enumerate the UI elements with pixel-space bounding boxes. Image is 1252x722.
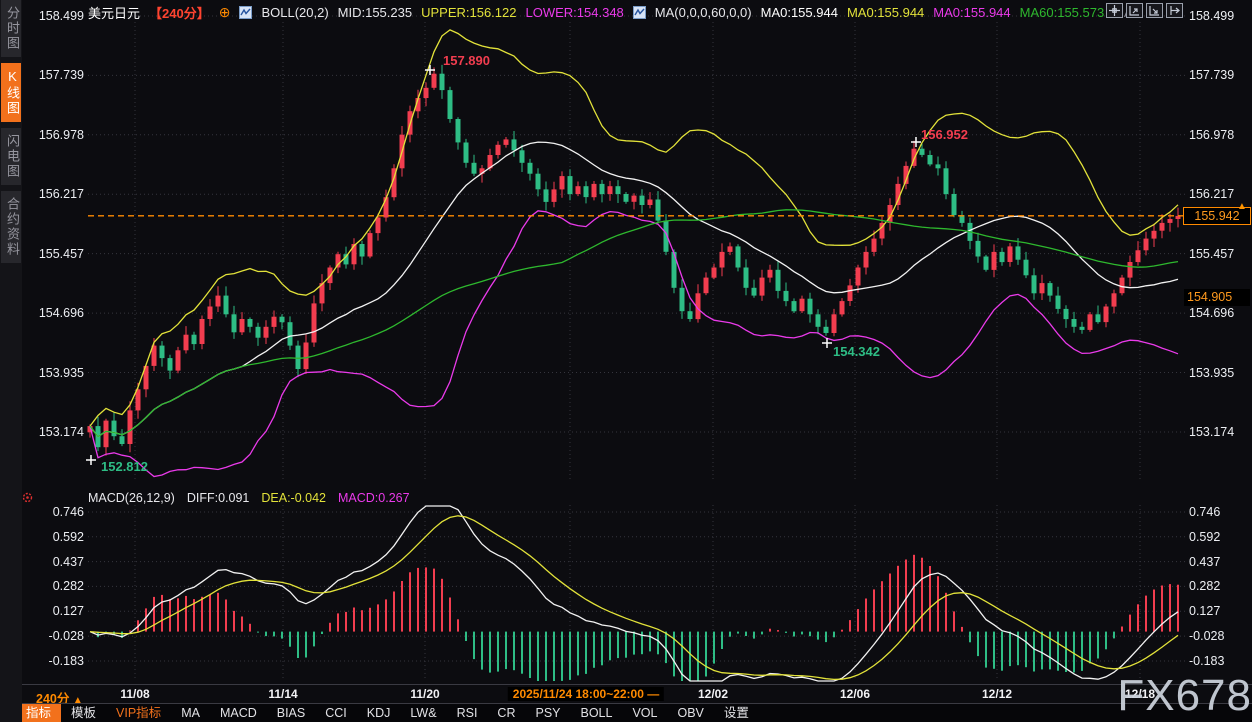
ma-chart-icon[interactable] xyxy=(633,6,646,19)
zoom-out-icon[interactable] xyxy=(1146,3,1163,18)
toolbar-item-7[interactable]: KDJ xyxy=(357,704,401,722)
svg-text:152.812: 152.812 xyxy=(101,459,148,474)
toolbar-item-13[interactable]: VOL xyxy=(622,704,667,722)
watermark: FX678 xyxy=(1117,674,1252,718)
toolbar-item-4[interactable]: MACD xyxy=(210,704,267,722)
trading-app: 分时图 K线图闪电图合约资料 美元日元 【240分】 ⊕ BOLL(20,2) M… xyxy=(0,0,1252,722)
boll-mid-line xyxy=(90,142,1178,437)
candles xyxy=(88,65,1181,456)
sidebar-tab-1[interactable]: K线图 xyxy=(1,63,21,122)
macd-diff-line xyxy=(90,506,1178,681)
sidebar-tab-3[interactable]: 合约资料 xyxy=(1,191,21,263)
macd-header: MACD(26,12,9) DIFF:0.091 DEA:-0.042 MACD… xyxy=(88,491,410,505)
macd-params: MACD(26,12,9) xyxy=(88,491,175,505)
date-label: 11/20 xyxy=(410,687,439,701)
toolbar-item-14[interactable]: OBV xyxy=(667,704,713,722)
ma-params: MA(0,0,0,60,0,0) xyxy=(655,5,752,20)
macd-dea-line xyxy=(90,516,1178,680)
macd-dea-value: DEA:-0.042 xyxy=(261,491,326,505)
date-label: 11/14 xyxy=(268,687,297,701)
time-axis: 240分 ▲ 11/0811/1411/202025/11/24 18:00~2… xyxy=(22,684,1252,703)
svg-text:156.952: 156.952 xyxy=(921,127,968,142)
bottom-toolbar: 指标模板VIP指标MAMACDBIASCCIKDJLW&RSICRPSYBOLL… xyxy=(0,703,1252,722)
boll-params: BOLL(20,2) xyxy=(261,5,328,20)
indicator-target-icon[interactable] xyxy=(22,490,33,508)
macd-macd-value: MACD:0.267 xyxy=(338,491,410,505)
boll-chart-icon[interactable] xyxy=(239,6,252,19)
indicator-header: 美元日元 【240分】 ⊕ BOLL(20,2) MID:155.235 UPP… xyxy=(88,3,1144,21)
date-label: 11/08 xyxy=(120,687,149,701)
toolbar-item-9[interactable]: RSI xyxy=(447,704,488,722)
boll-mid-value: MID:155.235 xyxy=(338,5,412,20)
date-label: 12/06 xyxy=(840,687,870,701)
sidebar: 分时图 K线图闪电图合约资料 xyxy=(0,0,22,722)
price-chart[interactable]: 157.890 156.952 154.342 152.812 xyxy=(0,0,1252,722)
date-label: 12/12 xyxy=(982,687,1012,701)
toolbar-item-11[interactable]: PSY xyxy=(525,704,570,722)
toolbar-item-15[interactable]: 设置 xyxy=(714,704,759,722)
price-annotation: 154.342 xyxy=(822,338,880,359)
expand-icon[interactable]: ⊕ xyxy=(219,6,231,18)
chart-tools xyxy=(1106,3,1183,18)
period-label[interactable]: 【240分】 xyxy=(149,3,210,22)
sidebar-tab-0[interactable]: 分时图 xyxy=(1,0,21,57)
ma-value: MA0:155.944 xyxy=(847,5,924,20)
toolbar-item-1[interactable]: 模板 xyxy=(61,704,106,722)
ma60-line xyxy=(90,210,1178,437)
price-flag-icon: ▲ xyxy=(1237,202,1247,212)
toolbar-item-2[interactable]: VIP指标 xyxy=(106,704,171,722)
macd-diff-value: DIFF:0.091 xyxy=(187,491,250,505)
toolbar-item-10[interactable]: CR xyxy=(487,704,525,722)
toolbar-item-3[interactable]: MA xyxy=(171,704,210,722)
price-annotation: 157.890 xyxy=(425,53,490,75)
sidebar-tab-2[interactable]: 闪电图 xyxy=(1,128,21,185)
toolbar-item-12[interactable]: BOLL xyxy=(571,704,623,722)
boll-lower-value: LOWER:154.348 xyxy=(526,5,624,20)
svg-text:157.890: 157.890 xyxy=(443,53,490,68)
crosshair-icon[interactable] xyxy=(1106,3,1123,18)
price-annotation: 152.812 xyxy=(86,455,148,474)
ma-value: MA0:155.944 xyxy=(761,5,838,20)
toolbar-item-0[interactable]: 指标 xyxy=(16,704,61,722)
ma-values: MA0:155.944 MA0:155.944 MA0:155.944 MA60:15… xyxy=(761,5,1144,20)
ma-value: MA0:155.944 xyxy=(933,5,1010,20)
svg-text:154.342: 154.342 xyxy=(833,344,880,359)
symbol-title: 美元日元 xyxy=(88,3,140,22)
ma-value: MA60:155.573 xyxy=(1020,5,1105,20)
toolbar-item-8[interactable]: LW& xyxy=(400,704,446,722)
price-annotation: 156.952 xyxy=(911,127,968,147)
date-label: 12/02 xyxy=(698,687,728,701)
toolbar-item-5[interactable]: BIAS xyxy=(267,704,316,722)
zoom-in-icon[interactable] xyxy=(1126,3,1143,18)
toolbar-item-6[interactable]: CCI xyxy=(315,704,357,722)
session-price-badge: 154.905 xyxy=(1184,289,1250,306)
jump-latest-icon[interactable] xyxy=(1166,3,1183,18)
boll-upper-line xyxy=(90,30,1178,426)
boll-lower-line xyxy=(90,211,1178,477)
boll-upper-value: UPPER:156.122 xyxy=(421,5,516,20)
selected-candle-time: 2025/11/24 18:00~22:00 — xyxy=(508,687,664,701)
gridlines xyxy=(88,16,1185,681)
